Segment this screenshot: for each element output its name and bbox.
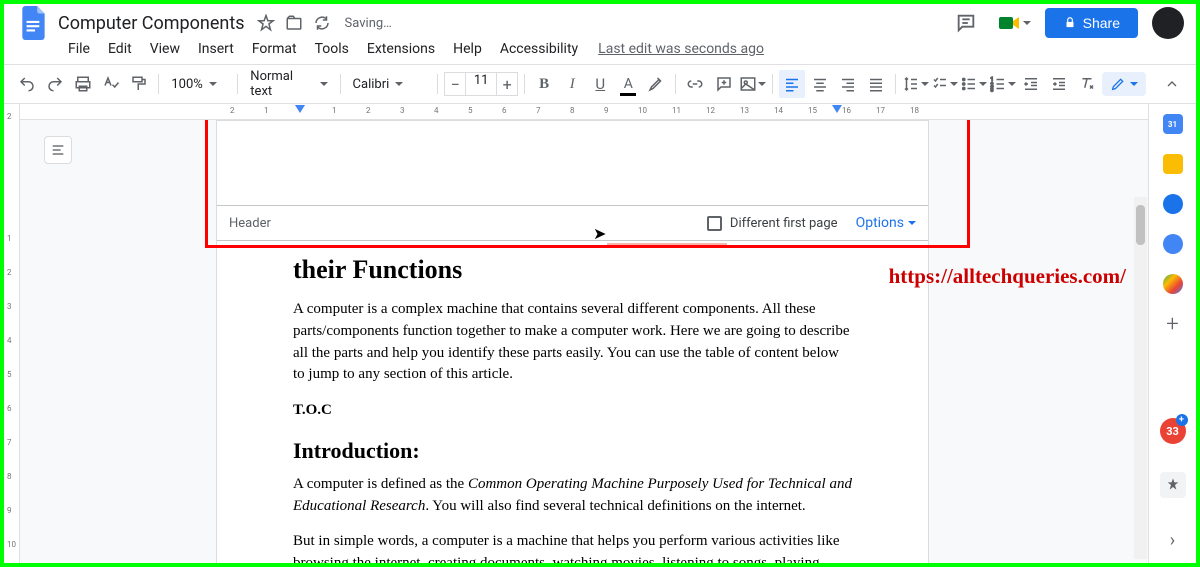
- vertical-scrollbar[interactable]: [1134, 197, 1147, 559]
- editing-mode-button[interactable]: [1102, 72, 1146, 96]
- add-comment-icon[interactable]: [710, 70, 736, 98]
- heading-intro: Introduction:: [293, 438, 852, 464]
- side-panel: + 33 ›: [1148, 104, 1196, 563]
- header-area[interactable]: [217, 121, 928, 205]
- share-label: Share: [1083, 15, 1120, 31]
- align-left-icon[interactable]: [779, 70, 805, 98]
- menu-accessibility[interactable]: Accessibility: [492, 37, 586, 61]
- collapse-toolbar-icon[interactable]: [1158, 70, 1186, 98]
- toolbar: 100% Normal text Calibri − 11 + B I U A …: [4, 64, 1196, 104]
- menu-extensions[interactable]: Extensions: [359, 37, 443, 61]
- font-size-value[interactable]: 11: [466, 72, 496, 96]
- hide-side-panel-icon[interactable]: ›: [1170, 530, 1175, 551]
- zoom-select[interactable]: 100%: [165, 70, 231, 98]
- align-justify-icon[interactable]: [863, 70, 889, 98]
- paragraph: A computer is a complex machine that con…: [293, 299, 852, 386]
- document-title[interactable]: Computer Components: [58, 13, 245, 34]
- menu-help[interactable]: Help: [445, 37, 490, 61]
- show-outline-icon[interactable]: [44, 136, 72, 164]
- different-first-page-label: Different first page: [730, 216, 838, 231]
- header-label: Header: [229, 216, 271, 231]
- bulleted-list-icon[interactable]: [960, 70, 987, 98]
- paragraph: But in simple words, a computer is a mac…: [293, 531, 852, 563]
- underline-icon[interactable]: U: [587, 70, 613, 98]
- tasks-icon[interactable]: [1163, 194, 1183, 214]
- svg-text:3: 3: [990, 88, 993, 94]
- paragraph: A computer is defined as the Common Oper…: [293, 474, 852, 518]
- bold-icon[interactable]: B: [531, 70, 557, 98]
- insert-link-icon[interactable]: [682, 70, 708, 98]
- contacts-icon[interactable]: [1163, 234, 1183, 254]
- header-options-link[interactable]: Options: [856, 215, 916, 231]
- toc-label: T.O.C: [293, 400, 852, 422]
- font-size-decrease[interactable]: −: [444, 72, 466, 96]
- move-icon[interactable]: [285, 14, 303, 32]
- cloud-sync-icon: [313, 14, 331, 32]
- line-spacing-icon[interactable]: [902, 70, 929, 98]
- menu-view[interactable]: View: [142, 37, 188, 61]
- get-addons-icon[interactable]: +: [1163, 314, 1183, 334]
- increase-indent-icon[interactable]: [1046, 70, 1072, 98]
- undo-icon[interactable]: [14, 70, 40, 98]
- text-color-icon[interactable]: A: [615, 70, 641, 98]
- notification-badge[interactable]: 33: [1160, 418, 1186, 444]
- saving-status: Saving…: [345, 16, 392, 31]
- menu-file[interactable]: File: [60, 37, 98, 61]
- print-icon[interactable]: [70, 70, 96, 98]
- menu-format[interactable]: Format: [244, 37, 305, 61]
- keep-icon[interactable]: [1163, 154, 1183, 174]
- vertical-ruler: 2 1 2 3 4 5 6 7 8 9 10: [4, 104, 20, 563]
- font-select[interactable]: Calibri: [347, 70, 432, 98]
- redo-icon[interactable]: [42, 70, 68, 98]
- font-size-increase[interactable]: +: [496, 72, 518, 96]
- maps-icon[interactable]: [1163, 274, 1183, 294]
- numbered-list-icon[interactable]: 123: [989, 70, 1016, 98]
- italic-icon[interactable]: I: [559, 70, 585, 98]
- horizontal-ruler: 2 1 1 2 3 4 5 6 7 8 9 10 11 12 13 14 15 …: [20, 104, 1148, 120]
- meet-icon[interactable]: [997, 6, 1031, 40]
- checklist-icon[interactable]: [931, 70, 958, 98]
- document-body[interactable]: their Functions A computer is a complex …: [217, 245, 928, 563]
- insert-image-icon[interactable]: [739, 70, 766, 98]
- share-button[interactable]: Share: [1045, 8, 1138, 38]
- align-right-icon[interactable]: [835, 70, 861, 98]
- spellcheck-icon[interactable]: [98, 70, 124, 98]
- decrease-indent-icon[interactable]: [1018, 70, 1044, 98]
- star-icon[interactable]: [257, 14, 275, 32]
- calendar-icon[interactable]: [1163, 114, 1183, 134]
- account-avatar[interactable]: [1152, 7, 1184, 39]
- paint-format-icon[interactable]: [126, 70, 152, 98]
- menubar: File Edit View Insert Format Tools Exten…: [4, 36, 1196, 64]
- document-page[interactable]: Header Different first page Options thei…: [216, 120, 929, 563]
- menu-insert[interactable]: Insert: [190, 37, 242, 61]
- explore-icon[interactable]: [1160, 472, 1186, 498]
- last-edit-link[interactable]: Last edit was seconds ago: [598, 41, 764, 57]
- different-first-page-checkbox[interactable]: [707, 216, 722, 231]
- clear-formatting-icon[interactable]: [1074, 70, 1100, 98]
- menu-edit[interactable]: Edit: [100, 37, 140, 61]
- paragraph-style-select[interactable]: Normal text: [244, 70, 333, 98]
- comment-history-icon[interactable]: [949, 6, 983, 40]
- header-control-bar: Header Different first page Options: [217, 205, 928, 241]
- align-center-icon[interactable]: [807, 70, 833, 98]
- menu-tools[interactable]: Tools: [307, 37, 357, 61]
- highlight-icon[interactable]: [643, 70, 669, 98]
- heading-title: their Functions: [293, 255, 852, 285]
